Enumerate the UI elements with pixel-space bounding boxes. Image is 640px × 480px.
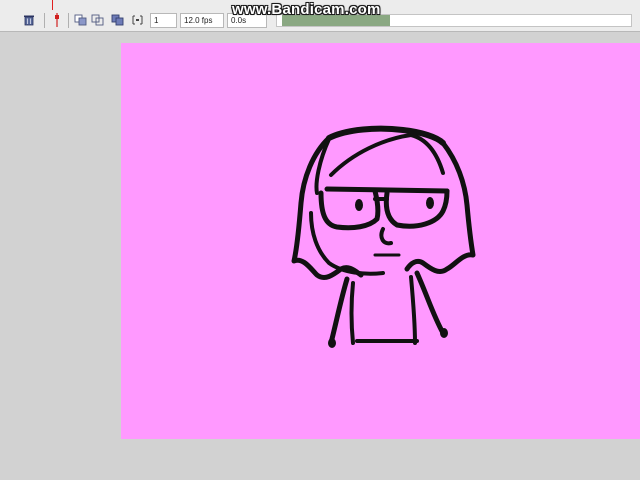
body-right: [409, 275, 417, 345]
center-frame-icon[interactable]: [50, 13, 64, 27]
left-pupil: [355, 199, 363, 211]
trash-icon[interactable]: [22, 13, 36, 27]
nose: [379, 227, 393, 246]
onion-outline-icon[interactable]: [90, 13, 104, 27]
glasses-right-lens: [383, 188, 450, 229]
toolbar-separator: [44, 13, 45, 28]
playhead-marker[interactable]: [52, 0, 53, 10]
hand-right: [440, 328, 448, 338]
current-frame-field[interactable]: 1: [150, 13, 177, 28]
edit-multiple-frames-icon[interactable]: [110, 13, 124, 27]
stage-canvas[interactable]: [121, 43, 640, 439]
body-left: [349, 281, 355, 345]
arm-right: [414, 270, 446, 336]
onion-skin-icon[interactable]: [73, 13, 87, 27]
right-pupil: [426, 197, 434, 209]
arm-left: [328, 276, 350, 346]
bandicam-watermark: www.Bandicam.com: [232, 1, 381, 18]
hand-left: [328, 338, 336, 348]
onion-markers-icon[interactable]: [130, 13, 144, 27]
flash-editor-window: 1 12.0 fps 0.0s www.Bandicam.com: [0, 0, 640, 480]
toolbar-separator: [68, 13, 69, 28]
character-drawing: [291, 125, 476, 348]
frame-rate-field[interactable]: 12.0 fps: [180, 13, 224, 28]
glasses-left-lens: [318, 188, 381, 231]
hair-fringe: [314, 133, 445, 195]
